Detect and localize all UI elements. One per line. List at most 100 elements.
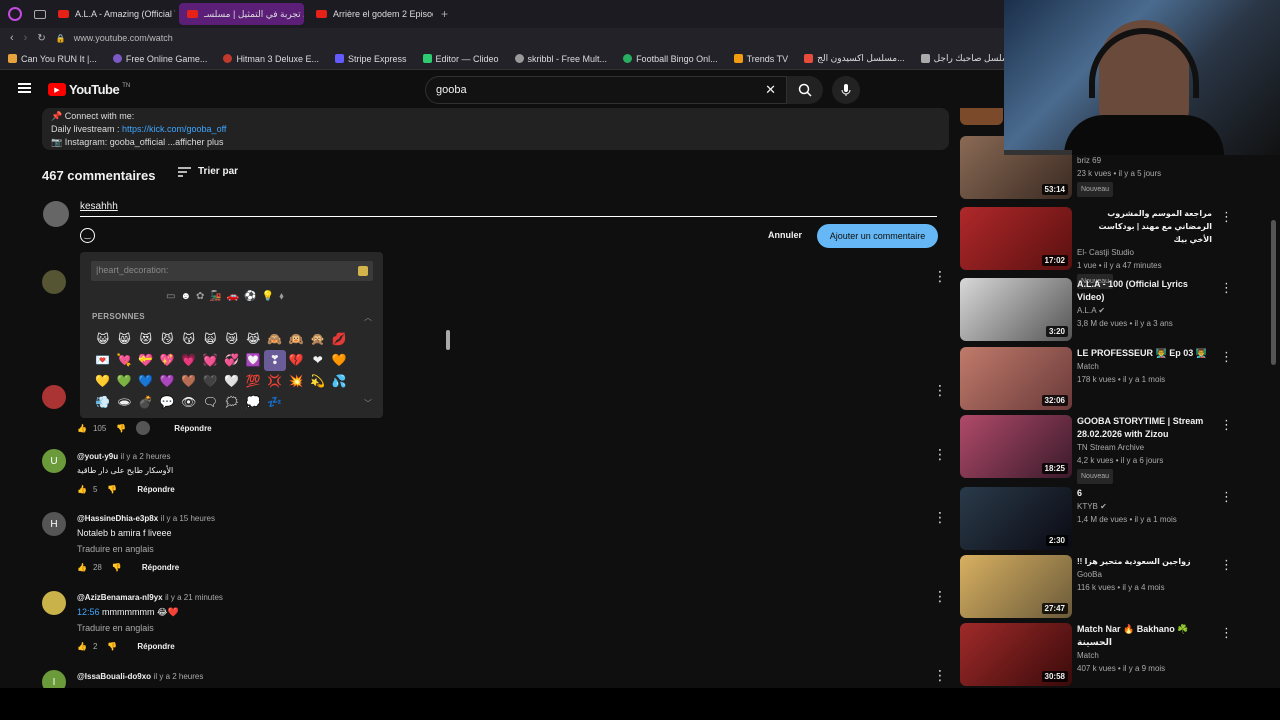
video-menu-icon[interactable]: ⋮	[1220, 489, 1233, 505]
emoji-option[interactable]: 👁	[178, 392, 200, 413]
forward-icon[interactable]: ›	[24, 32, 28, 44]
emoji-option[interactable]: 💌	[92, 350, 114, 371]
related-video[interactable]: 32:06 LE PROFESSEUR 👨‍🏫 Ep 03 👨‍🏫 Match 17…	[960, 347, 1270, 411]
bookmark-7[interactable]: Football Bingo Onl...	[623, 54, 718, 64]
emoji-option[interactable]: 🗯	[221, 392, 243, 413]
video-thumbnail[interactable]: 27:47	[960, 555, 1072, 618]
like-icon[interactable]: 👍	[77, 424, 87, 433]
video-thumbnail[interactable]: 2:30	[960, 487, 1072, 550]
emoji-option[interactable]: 💛	[92, 371, 114, 392]
related-video[interactable]: 17:02 مراجعة الموسم والمشروب الرمضاني مع…	[960, 207, 1270, 289]
reply-button[interactable]: Répondre	[142, 563, 179, 572]
video-title[interactable]: LE PROFESSEUR 👨‍🏫 Ep 03 👨‍🏫	[1077, 347, 1212, 360]
video-channel[interactable]: TN Stream Archive	[1077, 441, 1212, 454]
comment-author[interactable]: @IssaBouali-do9xo	[77, 672, 151, 681]
bookmark-8[interactable]: Trends TV	[733, 54, 788, 64]
video-menu-icon[interactable]: ⋮	[1220, 557, 1233, 573]
emoji-option[interactable]: 🙉	[286, 329, 308, 350]
menu-icon[interactable]	[18, 83, 31, 93]
video-thumbnail[interactable]: 3:20	[960, 278, 1072, 341]
video-title[interactable]: Match Nar 🔥 Bakhano ☘️ الحسينة	[1077, 623, 1212, 649]
search-input[interactable]: gooba ✕	[425, 76, 787, 104]
browser-tab-1[interactable]: A.L.A - Amazing (Official V	[50, 3, 175, 25]
emoji-option[interactable]: 💟	[243, 350, 265, 371]
emoji-option[interactable]: 💢	[264, 371, 286, 392]
comment-menu-icon[interactable]: ⋮	[933, 668, 947, 682]
video-channel[interactable]: A.L.A ✔	[1077, 304, 1212, 317]
chevron-up-icon[interactable]: ︿	[364, 312, 372, 323]
video-title[interactable]: A.L.A - 100 (Official Lyrics Video)	[1077, 278, 1212, 304]
bookmark-5[interactable]: Editor — Clideo	[422, 54, 499, 64]
dislike-icon[interactable]: 👎	[107, 485, 117, 494]
page-scrollbar[interactable]	[1271, 220, 1276, 365]
related-video[interactable]: 2:30 6 KTYB ✔ 1,4 M de vues • il y a 1 moi…	[960, 487, 1270, 551]
category-vehicle-icon[interactable]: 🚗	[227, 291, 239, 302]
comment-time[interactable]: il y a 15 heures	[161, 514, 215, 523]
video-title[interactable]: 6	[1077, 487, 1212, 500]
comment-time[interactable]: il y a 21 minutes	[165, 593, 223, 602]
reply-button[interactable]: Répondre	[137, 485, 174, 494]
video-channel[interactable]: Match	[1077, 360, 1212, 373]
video-menu-icon[interactable]: ⋮	[1220, 209, 1233, 225]
video-menu-icon[interactable]: ⋮	[1220, 280, 1233, 296]
comment-menu-icon[interactable]: ⋮	[933, 447, 947, 461]
show-more-link[interactable]: ...afficher plus	[168, 137, 224, 147]
sidebar-partial-thumb[interactable]	[960, 108, 1003, 125]
emoji-option[interactable]: 💨	[92, 392, 114, 413]
category-nature-icon[interactable]: ✿	[196, 291, 204, 302]
video-menu-icon[interactable]: ⋮	[1220, 625, 1233, 641]
emoji-option[interactable]: 🧡	[329, 350, 351, 371]
add-comment-button[interactable]: Ajouter un commentaire	[817, 224, 938, 248]
opera-icon[interactable]	[8, 7, 22, 21]
comment-menu-icon[interactable]: ⋮	[933, 510, 947, 524]
emoji-option[interactable]: 😿	[221, 329, 243, 350]
emoji-option[interactable]: ❤	[307, 350, 329, 371]
comment-menu-icon[interactable]: ⋮	[933, 383, 947, 397]
bookmark-4[interactable]: Stripe Express	[334, 54, 407, 64]
bookmark-6[interactable]: skribbl - Free Mult...	[514, 54, 607, 64]
translate-link[interactable]: Traduire en anglais	[77, 542, 215, 556]
video-thumbnail[interactable]: 32:06	[960, 347, 1072, 410]
comment-time[interactable]: il y a 2 heures	[121, 452, 171, 461]
video-menu-icon[interactable]: ⋮	[1220, 349, 1233, 365]
category-people-icon[interactable]: ☻	[180, 291, 191, 302]
emoji-option[interactable]: 💔	[286, 350, 308, 371]
comment-menu-icon[interactable]: ⋮	[933, 589, 947, 603]
comment-timestamp-link[interactable]: 12:56	[77, 607, 100, 617]
emoji-option[interactable]: 😹	[243, 329, 265, 350]
video-channel[interactable]: Match	[1077, 649, 1212, 662]
emoji-option[interactable]: 💘	[114, 350, 136, 371]
emoji-option[interactable]: 💓	[200, 350, 222, 371]
emoji-option[interactable]: 🤎	[178, 371, 200, 392]
url-field[interactable]: www.youtube.com/watch	[74, 33, 173, 43]
emoji-option[interactable]: 💜	[157, 371, 179, 392]
reload-icon[interactable]: ↻	[37, 33, 45, 44]
video-menu-icon[interactable]: ⋮	[1220, 417, 1233, 433]
bookmark-3[interactable]: Hitman 3 Deluxe E...	[223, 54, 319, 64]
comment-input[interactable]: kesahhh	[80, 201, 937, 217]
new-tab-button[interactable]: +	[441, 7, 448, 21]
clear-search-icon[interactable]: ✕	[765, 82, 776, 98]
comment-author[interactable]: @AzizBenamara-nl9yx	[77, 593, 163, 602]
emoji-option[interactable]: 🙈	[264, 329, 286, 350]
bookmark-2[interactable]: Free Online Game...	[112, 54, 207, 64]
skin-tone-icon[interactable]	[358, 266, 368, 276]
chevron-down-icon[interactable]: ﹀	[364, 398, 372, 409]
dislike-icon[interactable]: 👎	[107, 642, 117, 651]
video-description[interactable]: 📌 Connect with me: Daily livestream : ht…	[42, 108, 949, 150]
video-channel[interactable]: briz 69	[1077, 154, 1212, 167]
like-icon[interactable]: 👍	[77, 642, 87, 651]
browser-tab-2[interactable]: أول تجربة في التمثيل | مسلسـ	[179, 3, 304, 25]
emoji-option[interactable]: 💦	[329, 371, 351, 392]
emoji-option[interactable]: 🗨	[200, 392, 222, 413]
category-travel-icon[interactable]: 🚂	[209, 291, 221, 302]
category-activity-icon[interactable]: ⚽	[244, 291, 256, 302]
youtube-logo[interactable]: ▶ YouTube TN	[48, 82, 130, 97]
emoji-option[interactable]: 💋	[329, 329, 351, 350]
tab-manager-icon[interactable]	[34, 9, 46, 19]
dislike-icon[interactable]: 👎	[112, 563, 122, 572]
comment-time[interactable]: il y a 2 heures	[154, 672, 204, 681]
related-video[interactable]: 18:25 GOOBA STORYTIME | Stream 28.02.202…	[960, 415, 1270, 484]
video-channel[interactable]: GooBa	[1077, 568, 1212, 581]
kick-link[interactable]: https://kick.com/gooba_off	[122, 124, 226, 134]
